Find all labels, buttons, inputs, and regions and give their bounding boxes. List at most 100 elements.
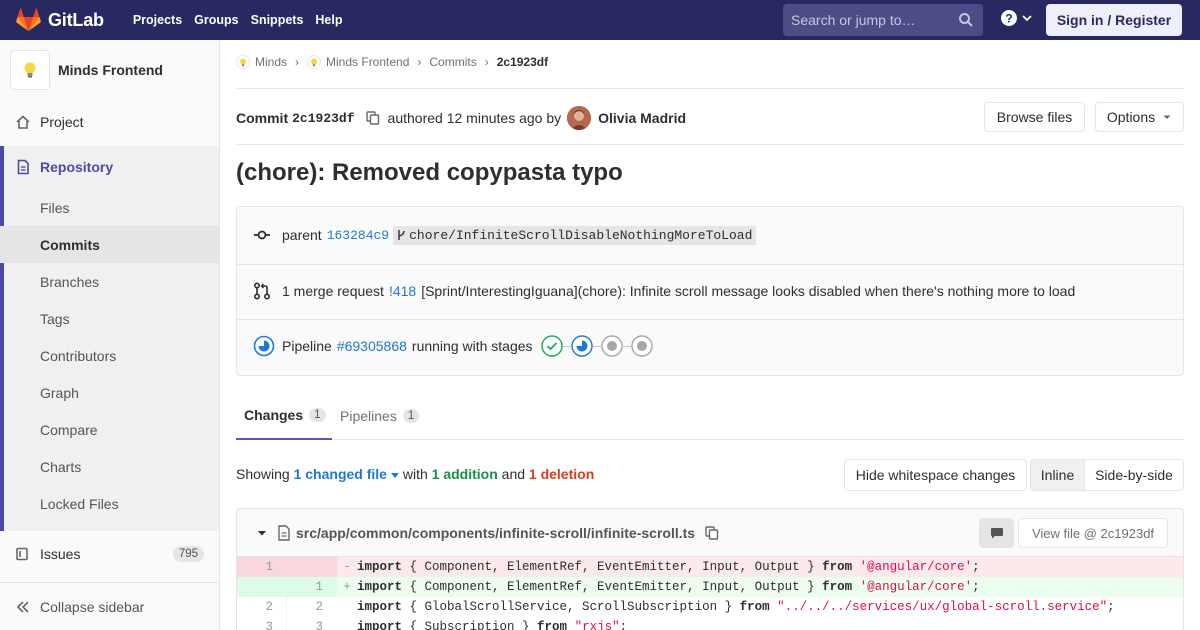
tab-changes[interactable]: Changes 1 bbox=[236, 391, 332, 440]
browse-files-button[interactable]: Browse files bbox=[984, 102, 1085, 132]
mr-prefix: 1 merge request bbox=[282, 283, 384, 299]
lightbulb-icon bbox=[236, 55, 250, 69]
project-header[interactable]: Minds Frontend bbox=[0, 40, 219, 100]
search-input[interactable]: Search or jump to… bbox=[783, 4, 983, 36]
inline-view-button[interactable]: Inline bbox=[1030, 459, 1085, 491]
nav-help[interactable]: Help bbox=[309, 0, 348, 40]
avatar[interactable] bbox=[567, 106, 592, 130]
code-keyword: import bbox=[357, 560, 403, 574]
tab-label: Pipelines bbox=[340, 407, 397, 424]
breadcrumb-commits[interactable]: Commits bbox=[429, 55, 476, 69]
parent-sha-link[interactable]: 163284c9 bbox=[327, 228, 389, 243]
code-text: ; bbox=[972, 580, 980, 594]
question-icon: ? bbox=[1001, 10, 1017, 26]
summary-text: and bbox=[501, 466, 526, 482]
tab-count: 1 bbox=[402, 408, 420, 423]
sidebar-sub-charts[interactable]: Charts bbox=[0, 448, 219, 485]
sidebar-sub-branches[interactable]: Branches bbox=[0, 263, 219, 300]
code-string: "../../../services/ux/global-scroll.serv… bbox=[769, 600, 1108, 614]
breadcrumb-current[interactable]: 2c1923df bbox=[497, 55, 548, 69]
mr-link[interactable]: !418 bbox=[389, 283, 416, 299]
sidebar-sub-files[interactable]: Files bbox=[0, 189, 219, 226]
branch-tag[interactable]: chore/InfiniteScrollDisableNothingMoreTo… bbox=[393, 225, 757, 245]
diff-sign: - bbox=[343, 560, 351, 574]
sidebar-sub-locked-files[interactable]: Locked Files bbox=[0, 485, 219, 522]
side-by-side-button[interactable]: Side-by-side bbox=[1084, 459, 1184, 491]
hide-whitespace-button[interactable]: Hide whitespace changes bbox=[844, 459, 1027, 491]
sidebar-sub-tags[interactable]: Tags bbox=[0, 300, 219, 337]
sidebar-sub-graph[interactable]: Graph bbox=[0, 374, 219, 411]
issues-icon bbox=[15, 546, 31, 562]
comment-toggle-button[interactable] bbox=[979, 518, 1014, 548]
summary-text: with bbox=[402, 466, 428, 482]
diff-sign bbox=[337, 597, 357, 617]
commit-icon bbox=[253, 226, 271, 244]
new-line-number[interactable]: 1 bbox=[287, 577, 337, 597]
search-icon bbox=[959, 13, 973, 27]
code-line: import { Component, ElementRef, EventEmi… bbox=[357, 557, 1183, 577]
gitlab-logo[interactable]: GitLab bbox=[16, 0, 104, 40]
code-keyword: from bbox=[537, 620, 568, 630]
nav-snippets[interactable]: Snippets bbox=[245, 0, 310, 40]
divider bbox=[237, 319, 1183, 320]
nav-groups[interactable]: Groups bbox=[188, 0, 244, 40]
sidebar-sub-commits[interactable]: Commits bbox=[0, 226, 219, 263]
summary-text: Showing bbox=[236, 466, 290, 482]
diff-line-added: 1 + import { Component, ElementRef, Even… bbox=[237, 577, 1183, 597]
breadcrumb-project[interactable]: Minds Frontend bbox=[307, 55, 409, 69]
diff-line-context: 3 3 import { Subscription } from "rxjs"; bbox=[237, 617, 1183, 630]
old-line-number[interactable]: 1 bbox=[237, 557, 287, 577]
breadcrumb-group[interactable]: Minds bbox=[236, 55, 287, 69]
stage-created-icon[interactable] bbox=[630, 335, 653, 357]
changed-files-dropdown[interactable]: 1 changed file bbox=[294, 466, 399, 482]
view-file-button[interactable]: View file @ 2c1923df bbox=[1018, 518, 1168, 548]
commit-title: (chore): Removed copypasta typo bbox=[236, 159, 623, 186]
author-name[interactable]: Olivia Madrid bbox=[598, 110, 686, 126]
branch-name: chore/InfiniteScrollDisableNothingMoreTo… bbox=[409, 227, 753, 243]
collapse-sidebar-button[interactable]: Collapse sidebar bbox=[0, 582, 219, 630]
pipeline-running-icon[interactable] bbox=[253, 335, 275, 357]
code-text: ; bbox=[972, 560, 980, 574]
sidebar-item-issues[interactable]: Issues 795 bbox=[0, 534, 219, 574]
divider bbox=[236, 88, 1184, 89]
pipeline-link[interactable]: #69305868 bbox=[337, 338, 407, 354]
diff-sign: + bbox=[343, 580, 351, 594]
file-path[interactable]: src/app/common/components/infinite-scrol… bbox=[296, 525, 695, 541]
sidebar-sub-contributors[interactable]: Contributors bbox=[0, 337, 219, 374]
sidebar-item-project[interactable]: Project bbox=[0, 102, 219, 142]
new-line-number[interactable]: 3 bbox=[287, 617, 337, 630]
nav-projects[interactable]: Projects bbox=[127, 0, 188, 40]
old-line-number[interactable] bbox=[237, 577, 287, 597]
commit-label: Commit bbox=[236, 110, 289, 126]
gitlab-tanuki-icon bbox=[16, 8, 41, 32]
code-string: '@angular/core' bbox=[852, 580, 973, 594]
sidebar-item-repository[interactable]: Repository bbox=[0, 146, 219, 188]
code-keyword: from bbox=[822, 580, 853, 594]
commit-tabs: Changes 1 Pipelines 1 bbox=[236, 391, 1184, 440]
help-dropdown[interactable]: ? bbox=[1001, 10, 1033, 26]
options-dropdown[interactable]: Options bbox=[1095, 102, 1184, 132]
commit-meta: Commit 2c1923df authored 12 minutes ago … bbox=[236, 106, 686, 130]
new-line-number[interactable]: 2 bbox=[287, 597, 337, 617]
code-text: { Component, ElementRef, EventEmitter, I… bbox=[402, 560, 823, 574]
stage-created-icon[interactable] bbox=[600, 335, 623, 357]
old-line-number[interactable]: 3 bbox=[237, 617, 287, 630]
caret-down-icon[interactable] bbox=[257, 528, 267, 538]
old-line-number[interactable]: 2 bbox=[237, 597, 287, 617]
stage-running-icon[interactable] bbox=[570, 335, 593, 357]
copy-icon[interactable] bbox=[365, 111, 380, 125]
tab-label: Changes bbox=[244, 406, 304, 423]
changed-files-label: 1 changed file bbox=[293, 466, 387, 482]
caret-down-icon bbox=[1163, 115, 1171, 119]
pipeline-row: Pipeline #69305868 running with stages bbox=[237, 328, 1183, 364]
copy-icon[interactable] bbox=[705, 525, 719, 540]
sign-in-button[interactable]: Sign in / Register bbox=[1046, 4, 1182, 36]
sidebar-sub-compare[interactable]: Compare bbox=[0, 411, 219, 448]
new-line-number[interactable] bbox=[287, 557, 337, 577]
stage-success-icon[interactable] bbox=[540, 335, 563, 357]
file-icon bbox=[278, 524, 290, 541]
pipeline-label: Pipeline bbox=[282, 338, 332, 354]
options-label: Options bbox=[1106, 109, 1156, 125]
chevron-right-icon: › bbox=[417, 55, 422, 69]
tab-pipelines[interactable]: Pipelines 1 bbox=[340, 391, 420, 440]
